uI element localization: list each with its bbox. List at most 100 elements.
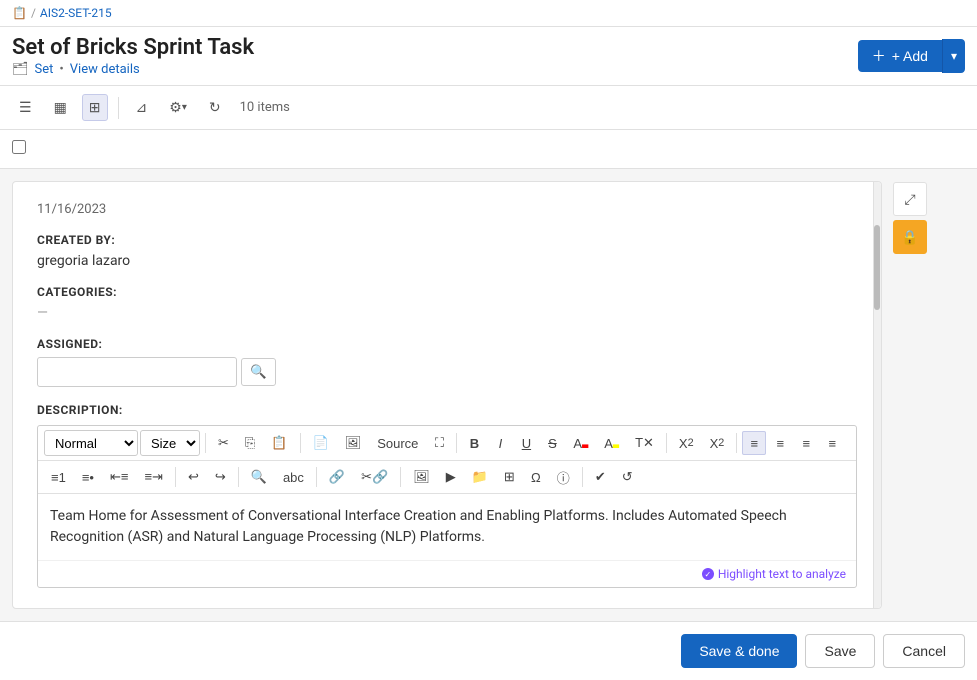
assigned-input[interactable]	[37, 357, 237, 387]
list-icon: ☰	[19, 99, 32, 116]
image-insert-button[interactable]: 🖼	[406, 465, 437, 489]
font-color-button[interactable]: A▃	[566, 431, 595, 455]
breadcrumb-separator: /	[31, 6, 36, 20]
main-toolbar: ☰ ▦ ⊞ ⊿ ⚙ ▾ ↻ 10 items	[0, 86, 977, 130]
items-count: 10 items	[240, 100, 290, 115]
italic-button[interactable]: I	[488, 431, 512, 455]
align-right-button[interactable]: ≡	[794, 431, 818, 455]
maximize-button[interactable]: ⛶	[427, 431, 451, 455]
special-char-button[interactable]: Ω	[524, 465, 548, 489]
select-all-row	[0, 130, 977, 169]
bold-button[interactable]: B	[462, 431, 486, 455]
settings-button[interactable]: ⚙ ▾	[162, 94, 194, 121]
source-button[interactable]: Source	[370, 431, 425, 455]
list-view-button[interactable]: ☰	[12, 94, 39, 121]
editor-text: Team Home for Assessment of Conversation…	[50, 508, 787, 545]
undo-button[interactable]: ↩	[181, 465, 206, 489]
lock-button[interactable]: 🔒	[893, 220, 927, 254]
analyze-icon	[702, 568, 714, 580]
image-button[interactable]: 🖼	[338, 431, 369, 455]
align-justify-button[interactable]: ≡	[820, 431, 844, 455]
set-icon: 🗂	[12, 62, 29, 77]
find-button[interactable]: 🔍	[244, 465, 274, 489]
unlink-button[interactable]: ✂🔗	[354, 465, 395, 489]
editor-sep-3	[456, 433, 457, 453]
gear-icon: ⚙	[169, 99, 182, 116]
add-button-group: ＋ + Add ▾	[858, 39, 965, 73]
top-bar: 📋 / AIS2-SET-215	[0, 0, 977, 27]
media-button[interactable]: ▶	[439, 465, 463, 489]
toolbar-sep-1	[118, 97, 119, 119]
description-editor: Normal Heading 1 Heading 2 Heading 3 Siz…	[37, 425, 857, 588]
file-button[interactable]: 📄	[306, 431, 336, 455]
editor-sep-8	[316, 467, 317, 487]
subtitle-view[interactable]: View details	[70, 62, 140, 77]
reset-button[interactable]: ↺	[615, 465, 640, 489]
footer-actions: Save & done Save Cancel	[0, 621, 977, 680]
strikethrough-button[interactable]: S	[540, 431, 564, 455]
editor-content[interactable]: Team Home for Assessment of Conversation…	[38, 494, 856, 560]
categories-value: —	[37, 305, 857, 321]
analyze-text[interactable]: Highlight text to analyze	[718, 567, 846, 581]
refresh-icon: ↻	[209, 99, 221, 116]
iframe-button[interactable]: ⓘ	[550, 465, 577, 489]
align-center-button[interactable]: ≡	[768, 431, 792, 455]
page-header: Set of Bricks Sprint Task 🗂 Set • View d…	[0, 27, 977, 86]
page-title: Set of Bricks Sprint Task	[12, 35, 254, 60]
ordered-list-button[interactable]: ≡1	[44, 465, 73, 489]
align-left-button[interactable]: ≡	[742, 431, 766, 455]
scrollbar-thumb	[874, 225, 880, 310]
subscript-button[interactable]: X2	[672, 431, 701, 455]
card-icon: ⊞	[89, 99, 101, 116]
editor-sep-5	[736, 433, 737, 453]
table-button[interactable]: ⊞	[497, 465, 522, 489]
editor-sep-4	[666, 433, 667, 453]
expand-button[interactable]: ⤢	[893, 182, 927, 216]
outdent-button[interactable]: ⇤≡	[103, 465, 135, 489]
plus-icon: ＋	[872, 46, 886, 66]
underline-button[interactable]: U	[514, 431, 538, 455]
check-button[interactable]: ✔	[588, 465, 613, 489]
filter-button[interactable]: ⊿	[129, 94, 155, 121]
editor-sep-10	[582, 467, 583, 487]
save-done-button[interactable]: Save & done	[681, 634, 797, 668]
settings-chevron: ▾	[182, 102, 187, 113]
board-view-button[interactable]: ▦	[47, 94, 74, 121]
scrollbar[interactable]	[873, 182, 881, 608]
assigned-input-row: 🔍	[37, 357, 857, 387]
breadcrumb-text[interactable]: AIS2-SET-215	[40, 6, 112, 20]
cancel-button[interactable]: Cancel	[883, 634, 965, 668]
format-select[interactable]: Normal Heading 1 Heading 2 Heading 3	[44, 430, 138, 456]
template-button[interactable]: 📁	[465, 465, 495, 489]
task-card: ⤢ 🔒 11/16/2023 CREATED BY: gregoria laza…	[12, 181, 882, 609]
card-view-button[interactable]: ⊞	[82, 94, 108, 121]
refresh-button[interactable]: ↻	[202, 94, 228, 121]
subtitle-sep: •	[59, 62, 63, 77]
save-button[interactable]: Save	[805, 634, 875, 668]
size-select[interactable]: Size	[140, 430, 200, 456]
add-button[interactable]: ＋ + Add	[858, 40, 942, 72]
chevron-down-icon: ▾	[951, 49, 957, 63]
redo-button[interactable]: ↪	[208, 465, 233, 489]
subtitle-set[interactable]: Set	[35, 62, 54, 77]
board-icon: ▦	[54, 99, 67, 116]
indent-button[interactable]: ≡⇥	[137, 465, 169, 489]
link-button[interactable]: 🔗	[322, 465, 352, 489]
paste-button[interactable]: 📋	[264, 431, 294, 455]
unordered-list-button[interactable]: ≡•	[75, 465, 101, 489]
editor-sep-1	[205, 433, 206, 453]
assigned-search-button[interactable]: 🔍	[241, 358, 276, 386]
cut-button[interactable]: ✂	[211, 431, 236, 455]
spell-check-button[interactable]: abc	[276, 465, 311, 489]
add-dropdown-button[interactable]: ▾	[942, 39, 965, 73]
copy-button[interactable]: ⎘	[238, 431, 262, 455]
description-label: DESCRIPTION:	[37, 403, 857, 417]
clear-format-button[interactable]: T✕	[628, 431, 661, 455]
select-all-checkbox[interactable]	[12, 140, 26, 154]
card-date: 11/16/2023	[37, 202, 857, 217]
highlight-button[interactable]: A▃	[597, 431, 626, 455]
add-button-label: + Add	[892, 48, 928, 64]
superscript-button[interactable]: X2	[703, 431, 732, 455]
assigned-label: ASSIGNED:	[37, 337, 857, 351]
editor-toolbar-row1: Normal Heading 1 Heading 2 Heading 3 Siz…	[38, 426, 856, 461]
